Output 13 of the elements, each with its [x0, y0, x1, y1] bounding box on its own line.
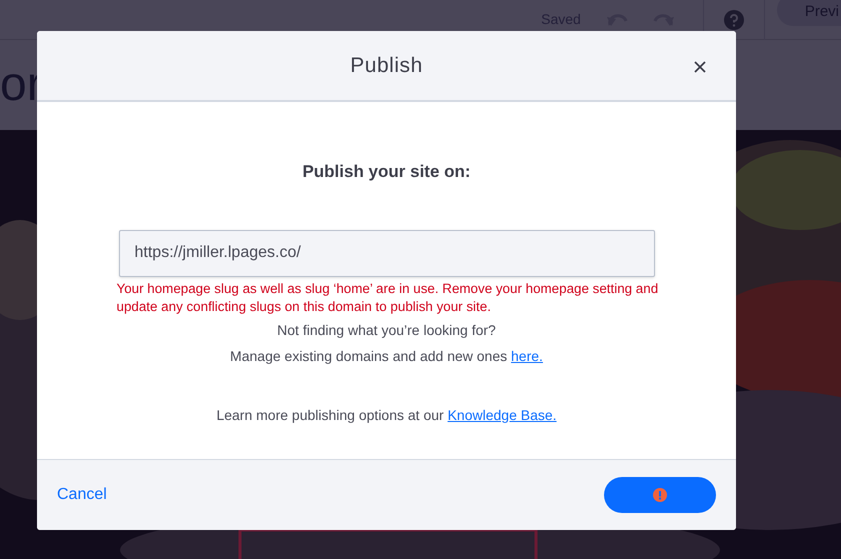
close-icon[interactable]	[694, 61, 706, 73]
prompt-text: Publish your site on:	[302, 161, 471, 183]
manage-domains-text: Manage existing domains and add new ones here.	[230, 346, 543, 366]
cancel-button[interactable]: Cancel	[57, 483, 107, 507]
here-link[interactable]: here.	[511, 348, 543, 364]
publish-button[interactable]	[604, 477, 716, 513]
help-question: Not finding what you’re looking for?	[277, 320, 496, 340]
dialog-title: Publish	[350, 52, 423, 79]
error-message: Your homepage slug as well as slug ‘home’ are in use. Remove your homepage setting and update any conflicting slugs on this domain to publish your site.	[116, 280, 660, 316]
url-field[interactable]: https://jmiller.lpages.co/	[118, 230, 654, 276]
knowledge-base-link[interactable]: Knowledge Base.	[448, 406, 557, 422]
learn-more-text: Learn more publishing options at our Knowledge Base.	[216, 406, 557, 425]
help-icon[interactable]	[724, 10, 744, 30]
